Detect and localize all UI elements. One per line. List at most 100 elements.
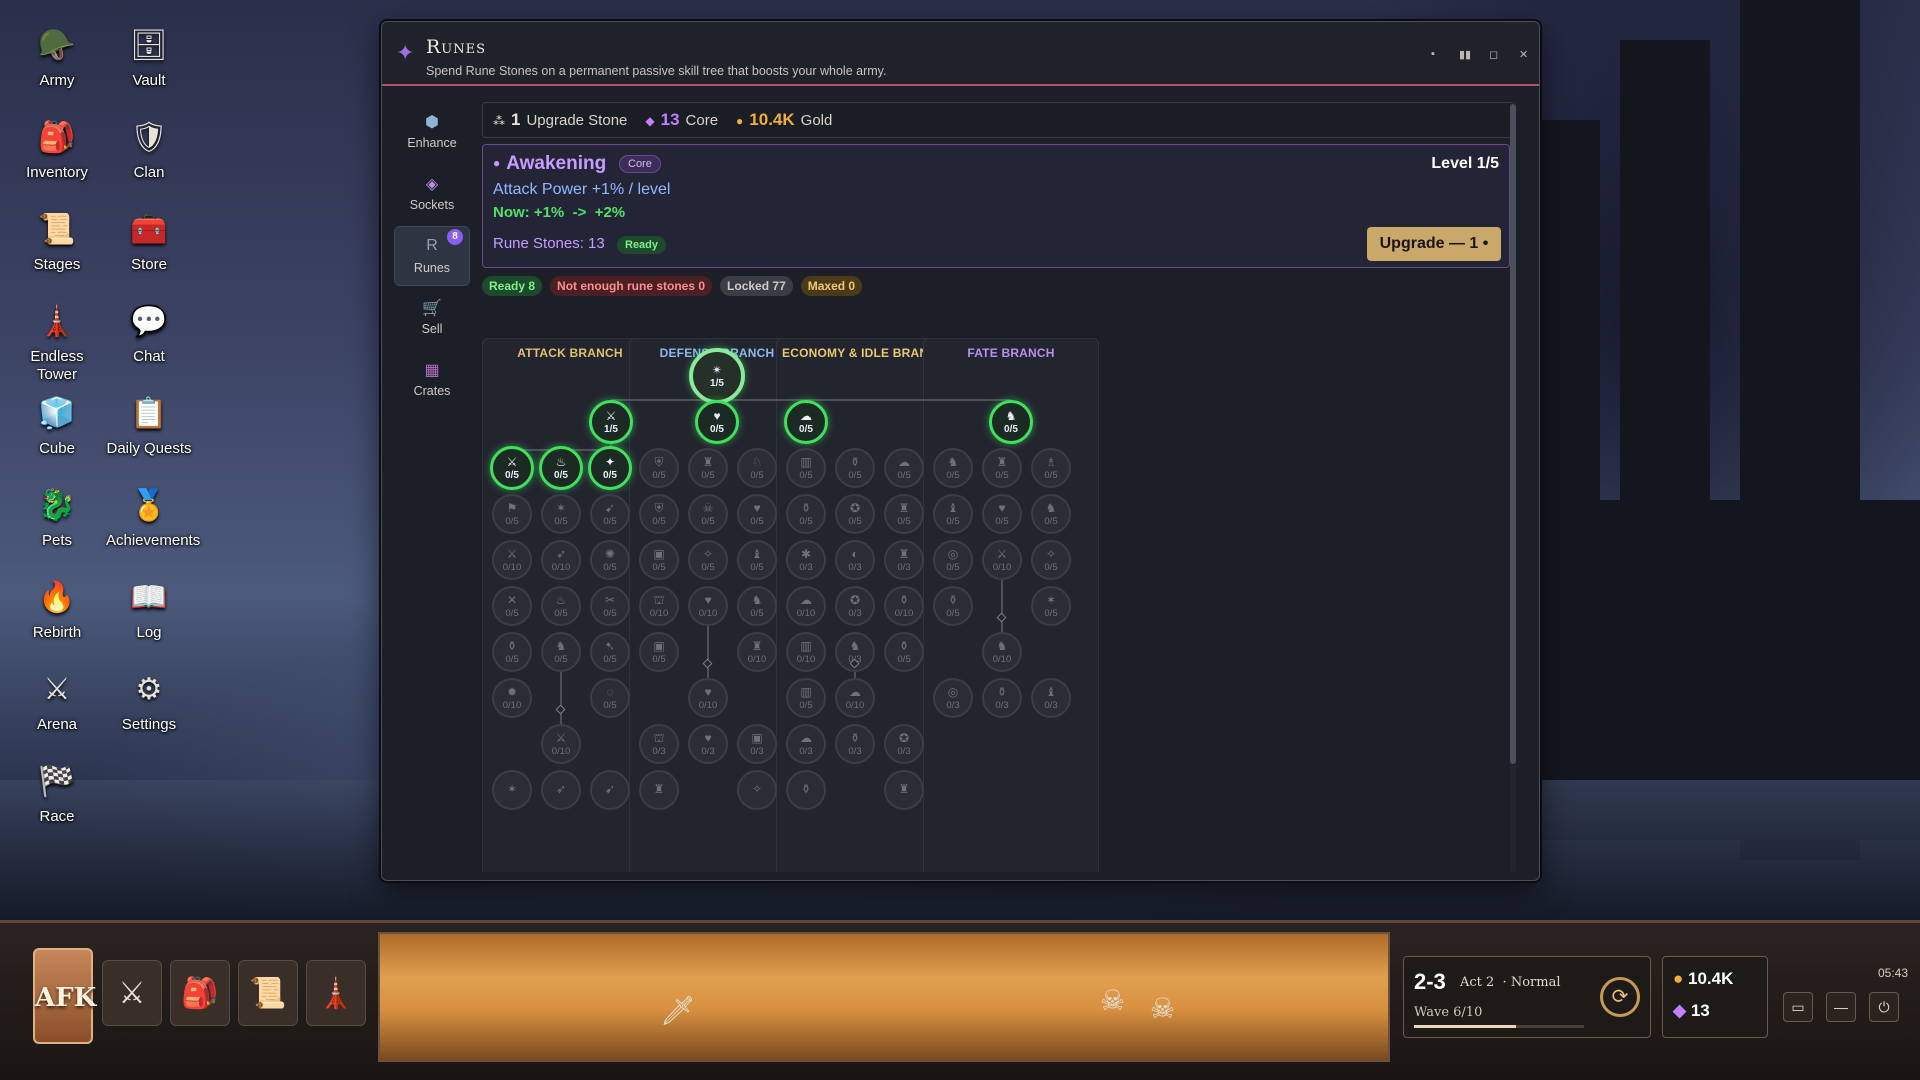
desktop-icon-rebirth[interactable]: 🔥 Rebirth xyxy=(14,574,100,642)
rune-node-fate[interactable]: ♗ 0/5 xyxy=(1031,448,1071,488)
scrollbar-track[interactable] xyxy=(1510,102,1516,872)
afk-button[interactable]: AFK xyxy=(33,948,96,1044)
rune-node-economy[interactable]: ♜ xyxy=(884,770,924,810)
upgrade-button[interactable]: Upgrade — 1 • xyxy=(1367,227,1501,261)
desktop-icon-cube[interactable]: 🧊 Cube xyxy=(14,390,100,458)
rail-item-runes[interactable]: R Runes 8 xyxy=(394,226,470,286)
rune-node-attack[interactable]: ✶ 0/5 xyxy=(541,494,581,534)
desktop-icon-vault[interactable]: 🗄 Vault xyxy=(106,22,192,90)
rune-node-fate[interactable]: ◎ 0/3 xyxy=(933,678,973,718)
rune-node-economy[interactable]: ⚱ 0/5 xyxy=(786,494,826,534)
rune-node-attack[interactable]: ✹ 0/10 xyxy=(492,678,532,718)
power-button[interactable]: ⏻ xyxy=(1869,992,1899,1022)
rune-node-economy[interactable]: ⚱ 0/10 xyxy=(884,586,924,626)
rune-node-fate[interactable]: ♥ 0/5 xyxy=(982,494,1022,534)
rune-node-tier1[interactable]: ♥ 0/5 xyxy=(695,400,739,444)
scrollbar-thumb[interactable] xyxy=(1510,104,1516,764)
rune-node-economy[interactable]: ⚱ 0/5 xyxy=(884,632,924,672)
restart-icon[interactable]: ⟳ xyxy=(1600,977,1640,1017)
rune-node-attack[interactable]: ⚔ 0/10 xyxy=(541,724,581,764)
pin-button[interactable]: ▪ xyxy=(1429,48,1437,61)
rune-node-attack[interactable]: ✶ xyxy=(492,770,532,810)
rune-node-economy[interactable]: ♜ 0/5 xyxy=(884,494,924,534)
rune-node-defense[interactable]: ⛫ 0/3 xyxy=(639,724,679,764)
rune-node-attack[interactable]: ✦ 0/5 xyxy=(588,446,632,490)
rune-node-tier1[interactable]: ♞ 0/5 xyxy=(989,400,1033,444)
rune-node-defense[interactable]: ♞ 0/5 xyxy=(737,586,777,626)
rune-node-economy[interactable]: ✱ 0/3 xyxy=(786,540,826,580)
maximize-button[interactable]: ◻ xyxy=(1489,48,1498,61)
quick-launch-button[interactable]: ⚔ xyxy=(102,960,162,1026)
rune-node-economy[interactable]: ✪ 0/3 xyxy=(835,586,875,626)
rune-node-attack[interactable]: ➹ 0/5 xyxy=(590,494,630,534)
desktop-icon-arena[interactable]: ⚔ Arena xyxy=(14,666,100,734)
rune-node-defense[interactable]: ♝ 0/5 xyxy=(737,540,777,580)
rune-node-economy[interactable]: ▥ 0/5 xyxy=(786,678,826,718)
rune-node-defense[interactable]: ⛫ 0/10 xyxy=(639,586,679,626)
rune-node-economy[interactable]: ▥ 0/10 xyxy=(786,632,826,672)
rune-node-economy[interactable]: ☁ 0/10 xyxy=(835,678,875,718)
rune-node-fate[interactable]: ⚔ 0/10 xyxy=(982,540,1022,580)
close-button[interactable]: ✕ xyxy=(1519,48,1528,61)
filter-not-enough[interactable]: Not enough rune stones 0 xyxy=(550,276,713,296)
rune-node-defense[interactable]: ♥ 0/3 xyxy=(688,724,728,764)
rune-node-economy[interactable]: ☁ 0/5 xyxy=(884,448,924,488)
rune-node-attack[interactable]: ➶ 0/10 xyxy=(541,540,581,580)
rune-node-defense[interactable]: ✧ xyxy=(737,770,777,810)
window-header[interactable]: ✦ Runes Spend Rune Stones on a permanent… xyxy=(382,22,1539,86)
window-mode-button[interactable]: ▭ xyxy=(1783,992,1813,1022)
rune-node-economy[interactable]: ✪ 0/5 xyxy=(835,494,875,534)
filter-locked[interactable]: Locked 77 xyxy=(720,276,793,296)
rune-node-defense[interactable]: ▣ 0/5 xyxy=(639,540,679,580)
rune-node-attack[interactable]: ➷ 0/5 xyxy=(590,632,630,672)
rune-node-defense[interactable]: ⛨ 0/5 xyxy=(639,494,679,534)
rune-node-economy[interactable]: ◐ 0/3 xyxy=(835,540,875,580)
rune-node-attack[interactable]: ⚔ 0/10 xyxy=(492,540,532,580)
quick-launch-button[interactable]: 🗼 xyxy=(306,960,366,1026)
quick-launch-button[interactable]: 📜 xyxy=(238,960,298,1026)
desktop-icon-achievements[interactable]: 🏅 Achievements xyxy=(106,482,200,550)
rune-node-fate[interactable]: ♞ 0/10 xyxy=(982,632,1022,672)
rune-node-economy[interactable]: ✪ 0/3 xyxy=(884,724,924,764)
rune-node-defense[interactable]: ▣ 0/5 xyxy=(639,632,679,672)
rune-node-defense[interactable]: ✧ 0/5 xyxy=(688,540,728,580)
rail-item-sell[interactable]: 🛒 Sell xyxy=(394,288,470,348)
quick-launch-button[interactable]: 🎒 xyxy=(170,960,230,1026)
desktop-icon-log[interactable]: 📖 Log xyxy=(106,574,192,642)
rune-node-defense[interactable]: ♥ 0/5 xyxy=(737,494,777,534)
rune-node-economy[interactable]: ⚱ 0/3 xyxy=(835,724,875,764)
rune-node-defense[interactable]: ♜ 0/5 xyxy=(688,448,728,488)
rune-node-attack[interactable]: ◌ 0/5 xyxy=(590,678,630,718)
rune-node-fate[interactable]: ⚱ 0/5 xyxy=(933,586,973,626)
rune-node-attack[interactable]: ⚑ 0/5 xyxy=(492,494,532,534)
desktop-icon-store[interactable]: 🧰 Store xyxy=(106,206,192,274)
rune-node-fate[interactable]: ✧ 0/5 xyxy=(1031,540,1071,580)
rune-node-defense[interactable]: ♥ 0/10 xyxy=(688,586,728,626)
rune-node-attack[interactable]: ♨ 0/5 xyxy=(541,586,581,626)
filter-maxed[interactable]: Maxed 0 xyxy=(800,276,863,296)
rune-node-attack[interactable]: ➶ xyxy=(541,770,581,810)
rail-item-enhance[interactable]: ⬢ Enhance xyxy=(394,102,470,162)
desktop-icon-chat[interactable]: 💬 Chat xyxy=(106,298,192,366)
rune-node-attack[interactable]: ♞ 0/5 xyxy=(541,632,581,672)
desktop-icon-army[interactable]: 🪖 Army xyxy=(14,22,100,90)
rune-node-tier1[interactable]: ☁ 0/5 xyxy=(784,400,828,444)
rune-node-defense[interactable]: ⛨ 0/5 xyxy=(639,448,679,488)
desktop-icon-daily-quests[interactable]: 📋 Daily Quests xyxy=(106,390,192,458)
pause-button[interactable]: ▮▮ xyxy=(1459,48,1471,61)
rune-node-attack[interactable]: ⚔ 0/5 xyxy=(490,446,534,490)
rune-node-fate[interactable]: ♝ 0/3 xyxy=(1031,678,1071,718)
rune-node-economy[interactable]: ⚱ 0/5 xyxy=(835,448,875,488)
rune-node-tier1[interactable]: ⚔ 1/5 xyxy=(589,400,633,444)
rune-node-economy[interactable]: ▥ 0/5 xyxy=(786,448,826,488)
rail-item-crates[interactable]: ▦ Crates xyxy=(394,350,470,410)
desktop-icon-inventory[interactable]: 🎒 Inventory xyxy=(14,114,100,182)
rune-node-attack[interactable]: ⚱ 0/5 xyxy=(492,632,532,672)
desktop-icon-settings[interactable]: ⚙ Settings xyxy=(106,666,192,734)
filter-ready[interactable]: Ready 8 xyxy=(482,276,543,296)
rail-item-sockets[interactable]: ◈ Sockets xyxy=(394,164,470,224)
rune-node-fate[interactable]: ✶ 0/5 xyxy=(1031,586,1071,626)
rune-node-economy[interactable]: ⚱ xyxy=(786,770,826,810)
rune-node-attack[interactable]: ➹ xyxy=(590,770,630,810)
rune-node-defense[interactable]: ♥ 0/10 xyxy=(688,678,728,718)
